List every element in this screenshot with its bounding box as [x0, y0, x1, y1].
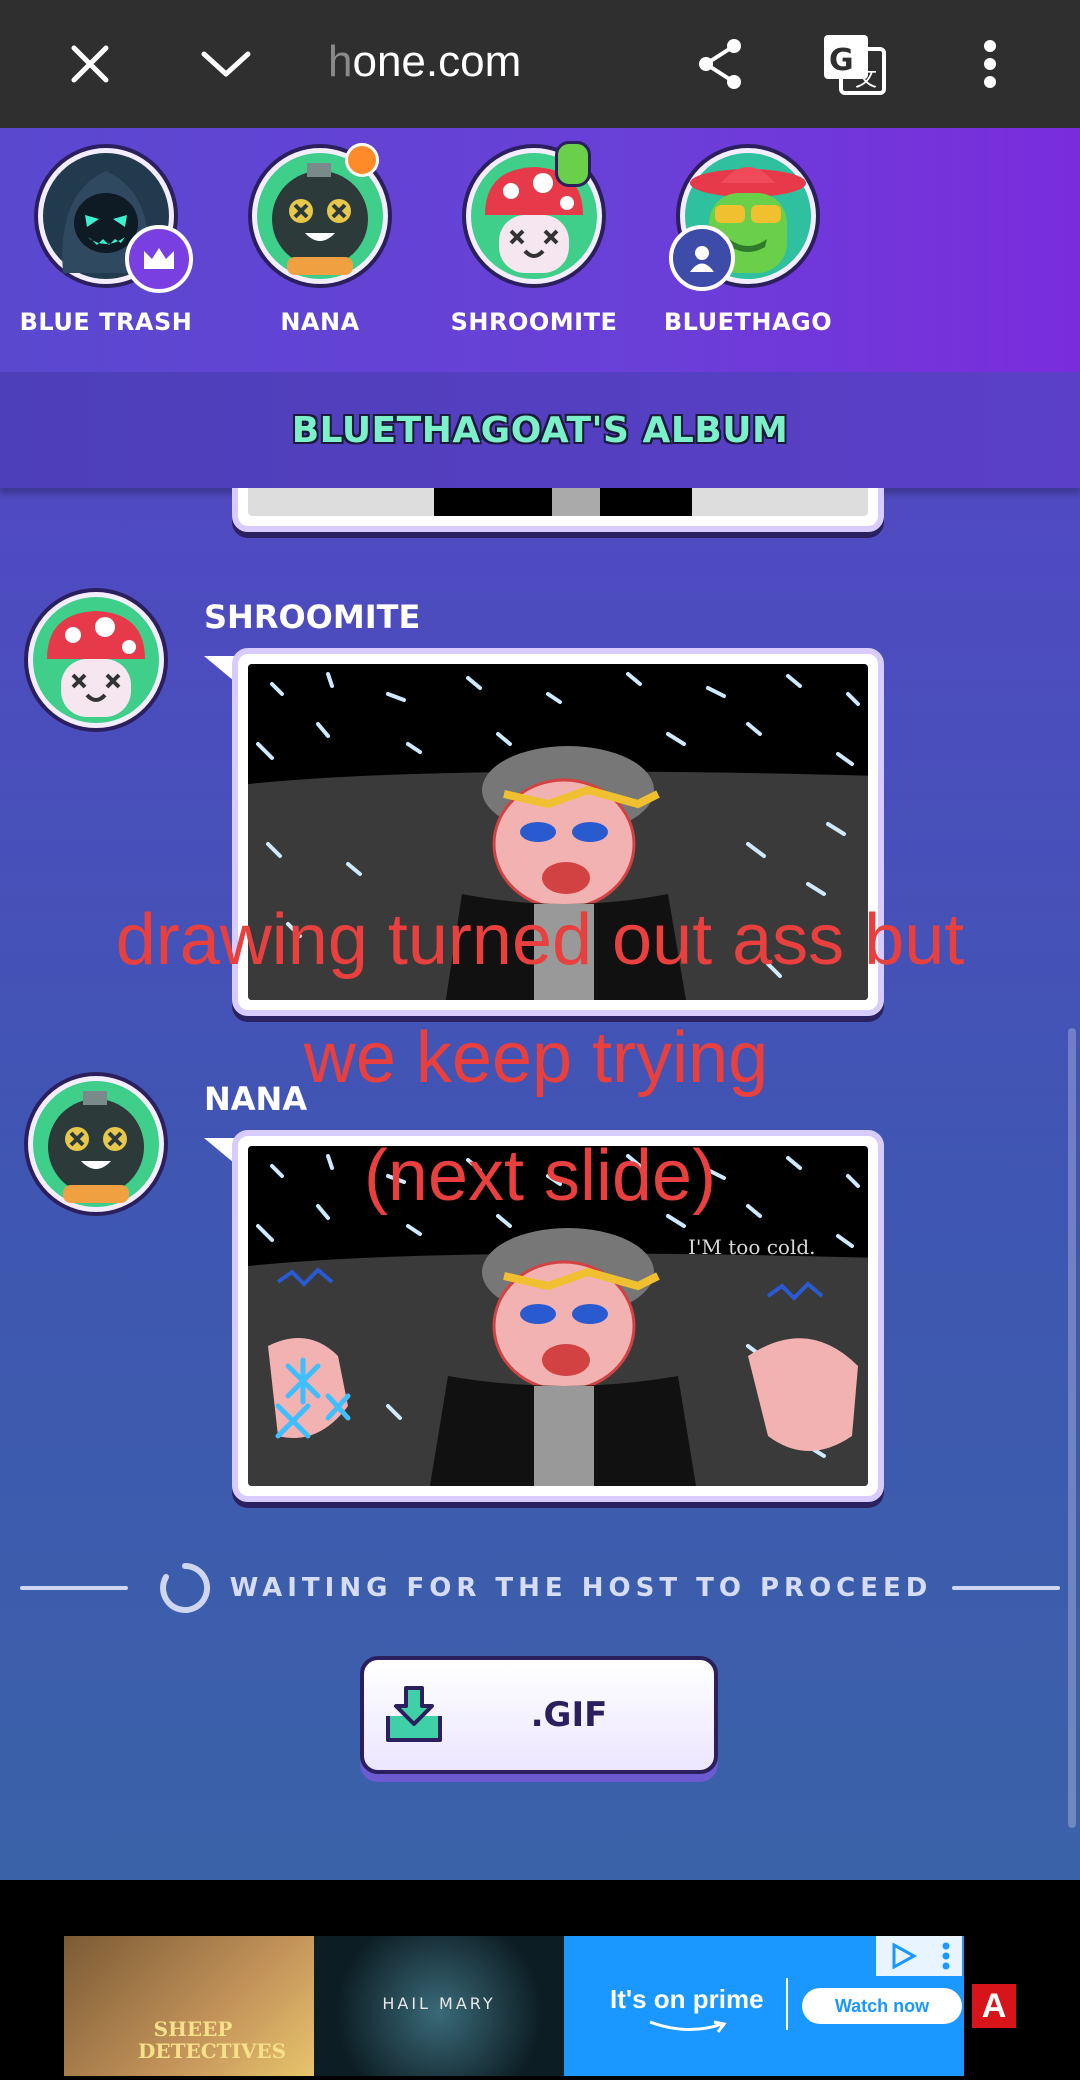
- ad-badge: A: [972, 1984, 1016, 2028]
- drawing-scribble-text: I'M too cold.: [688, 1235, 816, 1259]
- user-icon: [669, 225, 735, 291]
- ad-banner[interactable]: SHEEP DETECTIVES HAIL MARY It's on prime…: [64, 1936, 964, 2076]
- player-name: NANA: [280, 308, 360, 336]
- worm-icon: [555, 141, 591, 187]
- chevron-down-icon[interactable]: [186, 24, 266, 104]
- player-name: BLUE TRASH: [19, 308, 193, 336]
- player-list: BLUE TRASH NANA SHROOMITE BLUETHAGO: [0, 128, 1080, 372]
- drawing-canvas: [248, 488, 868, 516]
- ad-choices-icon: [892, 1942, 918, 1970]
- author-name: SHROOMITE: [204, 598, 421, 636]
- avatar: [669, 148, 816, 291]
- overlay-caption-line-2: we keep trying: [303, 1018, 769, 1098]
- ad-tagline: It's on prime: [610, 1984, 764, 2014]
- ad-zone: SHEEP DETECTIVES HAIL MARY It's on prime…: [0, 1880, 1080, 2080]
- browser-toolbar: hone.com G 文: [0, 0, 1080, 128]
- overlay-caption-line-1: drawing turned out ass but: [115, 900, 965, 980]
- game-area: BLUE TRASH NANA SHROOMITE BLUETHAGO BLUE…: [0, 128, 1080, 1880]
- share-icon[interactable]: [680, 24, 760, 104]
- player-nana: NANA: [220, 143, 420, 336]
- player-name: BLUETHAGO: [663, 308, 833, 336]
- avatar: [252, 143, 388, 284]
- svg-text:文: 文: [855, 67, 877, 92]
- drawing-fragment: [434, 488, 552, 516]
- avatar: [466, 141, 602, 284]
- ad-poster-2-title: HAIL MARY: [382, 1994, 496, 2013]
- drawing-frame-previous: [232, 488, 884, 532]
- player-shroomite: SHROOMITE: [434, 141, 634, 336]
- player-blue-trash: BLUE TRASH: [6, 148, 206, 336]
- player-bluethago: BLUETHAGO: [648, 148, 848, 336]
- download-gif-button[interactable]: .GIF: [360, 1656, 718, 1774]
- ad-poster-1: SHEEP DETECTIVES: [64, 1936, 314, 2076]
- divider-line: [952, 1586, 1061, 1590]
- url-text: one.com: [352, 37, 522, 86]
- more-vert-icon[interactable]: [950, 24, 1030, 104]
- smile-arrow-icon: [649, 2020, 727, 2033]
- crown-icon: [125, 225, 193, 293]
- loading-spinner-icon: [159, 1563, 210, 1613]
- player-name: SHROOMITE: [450, 308, 618, 336]
- drawing-fragment: [600, 488, 692, 516]
- drawing-fragment: [552, 488, 600, 516]
- ad-choices[interactable]: [876, 1936, 962, 1976]
- ad-more-icon: [942, 1942, 950, 1970]
- waiting-status: WAITING FOR THE HOST TO PROCEED: [0, 1558, 1080, 1618]
- url-prefix: h: [328, 37, 353, 86]
- divider-line: [19, 1586, 128, 1590]
- translate-icon[interactable]: G 文: [814, 24, 894, 104]
- author-avatar: [28, 592, 164, 728]
- ad-poster-1-title: SHEEP DETECTIVES: [138, 2017, 287, 2063]
- overlay-caption-line-3: (next slide): [363, 1136, 717, 1216]
- svg-text:G: G: [829, 43, 854, 78]
- ad-watch-now-button[interactable]: Watch now: [802, 1988, 962, 2024]
- gif-button-label: .GIF: [530, 1695, 608, 1735]
- url-bar[interactable]: hone.com: [328, 22, 521, 102]
- mushroom-avatar-icon: [47, 611, 145, 717]
- ad-prime: It's on prime Watch now: [564, 1936, 964, 2076]
- avatar: [38, 148, 193, 293]
- ad-poster-2: HAIL MARY: [314, 1936, 564, 2076]
- album-header: BLUETHAGOAT'S ALBUM: [0, 372, 1080, 488]
- waiting-text: WAITING FOR THE HOST TO PROCEED: [229, 1573, 933, 1603]
- album-title: BLUETHAGOAT'S ALBUM: [291, 409, 789, 451]
- ad-divider: [786, 1978, 788, 2030]
- close-icon[interactable]: [50, 24, 130, 104]
- flame-icon: [345, 143, 379, 177]
